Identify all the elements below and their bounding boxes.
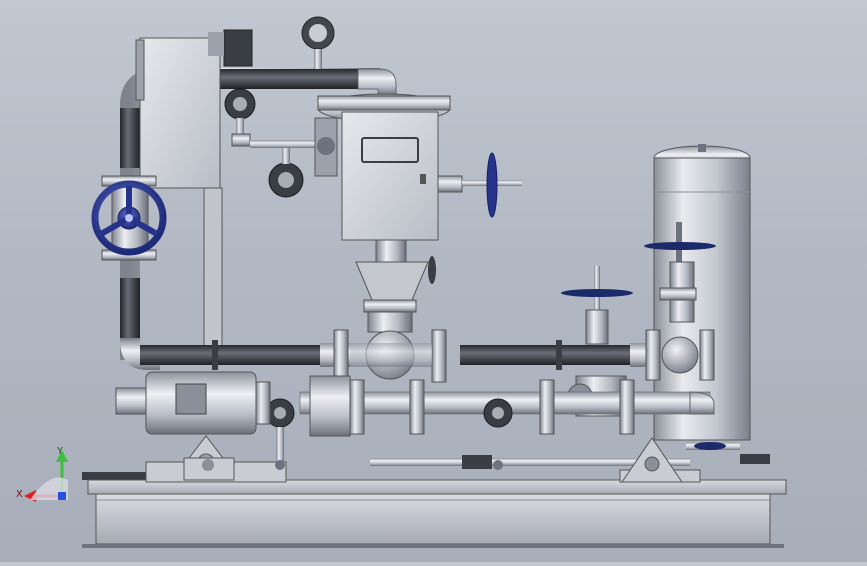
handwheel-valve [91, 175, 167, 261]
side-gauge [250, 117, 338, 198]
control-valve-actuator [317, 93, 522, 333]
assembly-drawing: Y X [16, 16, 787, 548]
y-axis-label: Y [56, 446, 64, 457]
z-axis-marker [58, 492, 66, 500]
x-axis-label: X [16, 489, 23, 500]
top-gauge [301, 16, 335, 69]
cad-viewport[interactable]: Y X [0, 0, 867, 562]
axis-triad: Y X [16, 446, 68, 502]
pressure-gauge [224, 88, 256, 147]
